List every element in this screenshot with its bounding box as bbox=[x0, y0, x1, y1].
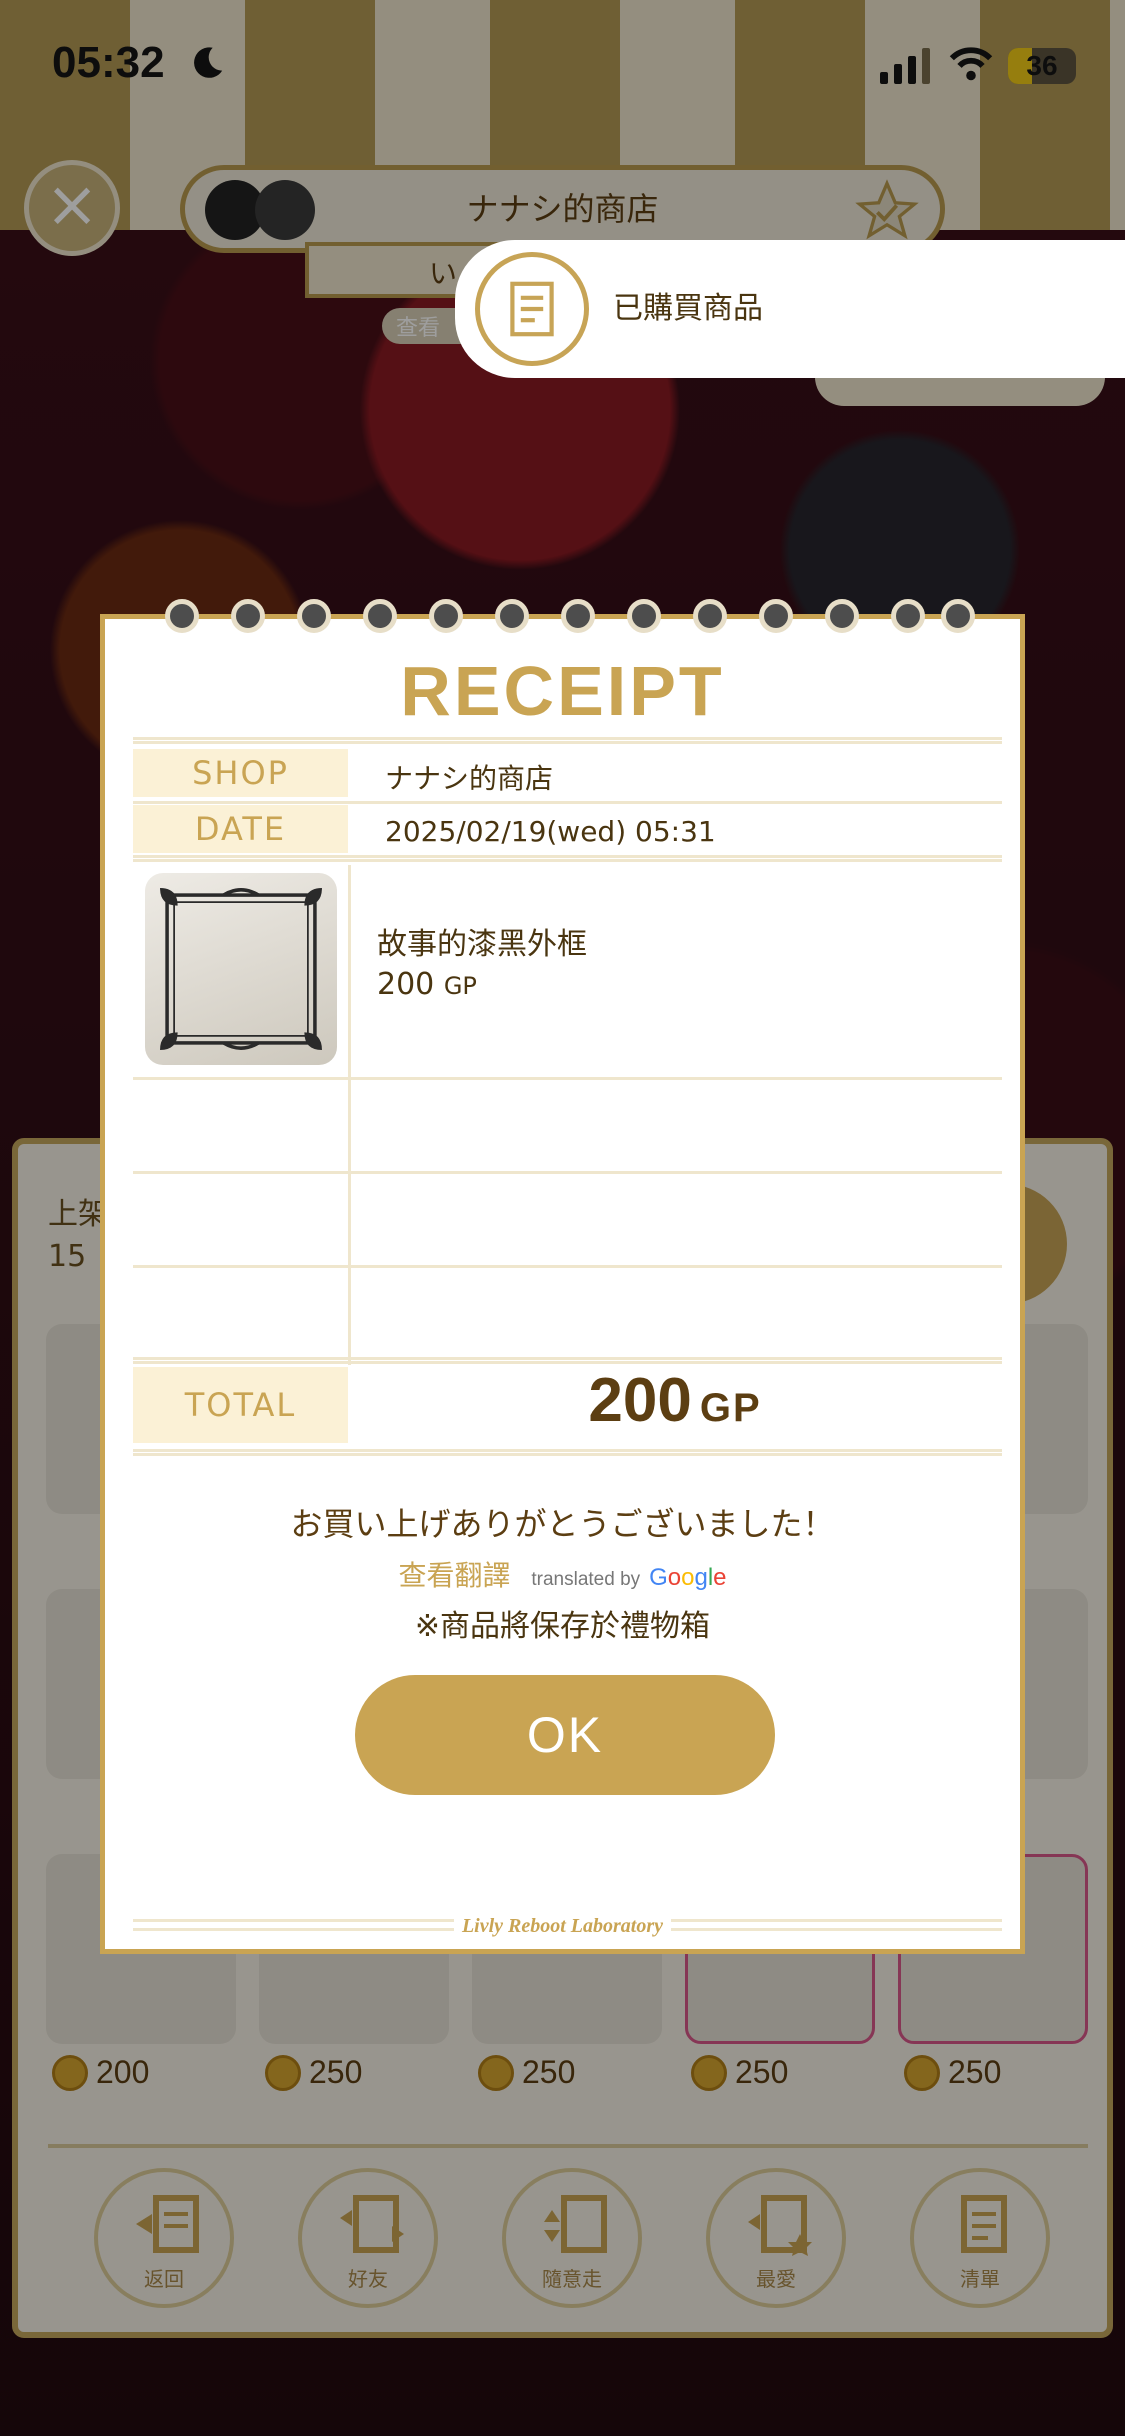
ornate-frame-icon bbox=[160, 888, 322, 1050]
perforation-hole bbox=[941, 599, 975, 633]
divider bbox=[133, 1265, 1002, 1268]
receipt-icon bbox=[475, 252, 589, 366]
perforation-hole bbox=[231, 599, 265, 633]
perforation-hole bbox=[627, 599, 661, 633]
item-price-value: 200 bbox=[377, 967, 435, 1002]
total-amount: 200 bbox=[588, 1366, 692, 1435]
google-logo-letter: e bbox=[713, 1564, 727, 1591]
receipt-dialog: RECEIPT SHOP ナナシ的商店 DATE 2025/02/19(wed)… bbox=[100, 599, 1025, 1954]
google-logo-letter: o bbox=[667, 1564, 682, 1591]
footer-logo-text: Livly Reboot Laboratory bbox=[453, 1915, 672, 1937]
perforation-hole bbox=[825, 599, 859, 633]
translated-by-label: translated by bbox=[531, 1569, 641, 1590]
purchase-toast: 已購買商品 bbox=[455, 240, 1125, 378]
gift-box-note: ※商品將保存於禮物箱 bbox=[414, 1609, 711, 1644]
ok-button[interactable]: OK bbox=[355, 1675, 775, 1795]
divider bbox=[133, 855, 1002, 862]
receipt-perforation bbox=[165, 599, 975, 639]
receipt-title: RECEIPT bbox=[400, 652, 725, 730]
total-unit: GP bbox=[699, 1386, 762, 1430]
date-label: DATE bbox=[133, 805, 348, 853]
total-value: 200 GP bbox=[348, 1365, 1002, 1436]
perforation-hole bbox=[891, 599, 925, 633]
item-price: 200 GP bbox=[377, 967, 477, 1002]
perforation-hole bbox=[561, 599, 595, 633]
thank-you-message: お買い上げありがとうございました！ bbox=[290, 1505, 835, 1543]
footer-logo: Livly Reboot Laboratory bbox=[105, 1915, 1020, 1938]
divider bbox=[133, 801, 1002, 804]
google-logo-letter: o bbox=[681, 1564, 695, 1591]
item-thumbnail bbox=[145, 873, 337, 1065]
item-name: 故事的漆黑外框 bbox=[377, 927, 587, 962]
view-translation-link[interactable]: 查看翻譯 bbox=[398, 1559, 510, 1592]
divider bbox=[133, 1357, 1002, 1364]
divider bbox=[133, 737, 1002, 744]
toast-text: 已購買商品 bbox=[613, 291, 763, 326]
column-divider bbox=[348, 865, 351, 1365]
divider bbox=[133, 1449, 1002, 1456]
perforation-hole bbox=[693, 599, 727, 633]
perforation-hole bbox=[429, 599, 463, 633]
shop-label: SHOP bbox=[133, 749, 348, 797]
divider bbox=[133, 1171, 1002, 1174]
item-price-unit: GP bbox=[443, 972, 477, 1000]
google-logo-letter: g bbox=[694, 1564, 708, 1591]
perforation-hole bbox=[495, 599, 529, 633]
date-value: 2025/02/19(wed) 05:31 bbox=[385, 815, 716, 848]
perforation-hole bbox=[363, 599, 397, 633]
perforation-hole bbox=[165, 599, 199, 633]
google-logo: Google bbox=[649, 1564, 726, 1591]
total-label: TOTAL bbox=[133, 1367, 348, 1443]
google-logo-letter: G bbox=[649, 1564, 668, 1591]
perforation-hole bbox=[297, 599, 331, 633]
translate-row: 查看翻譯 translated by Google bbox=[105, 1554, 1020, 1594]
shop-value: ナナシ的商店 bbox=[385, 762, 554, 795]
perforation-hole bbox=[759, 599, 793, 633]
divider bbox=[133, 1077, 1002, 1080]
